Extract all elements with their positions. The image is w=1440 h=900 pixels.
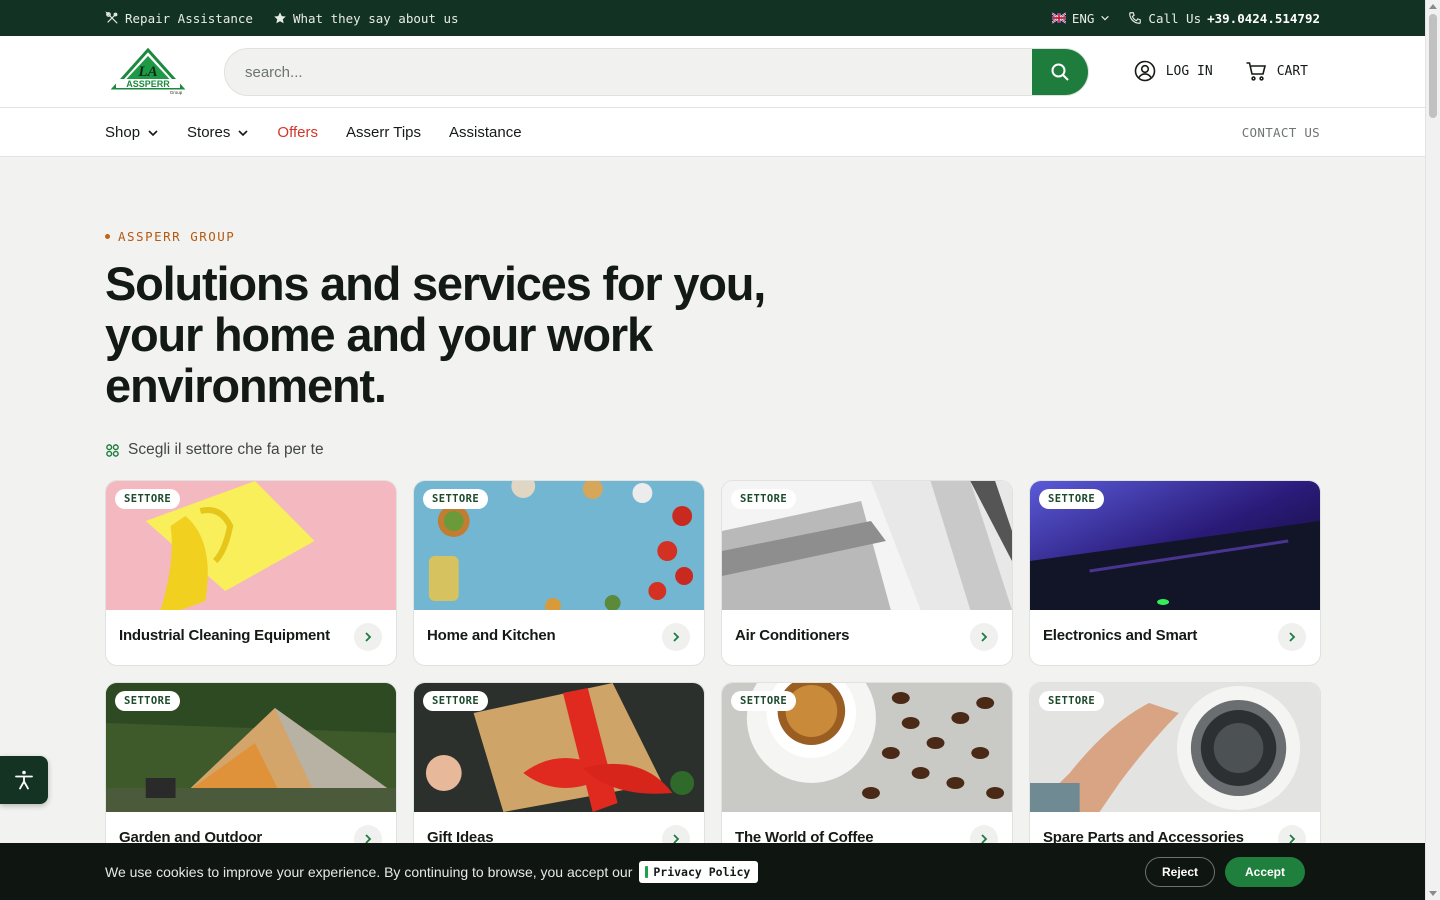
sector-card-garden-outdoor[interactable]: SETTORE Garden and Outdoor	[105, 682, 397, 868]
nav-label-shop: Shop	[105, 124, 141, 141]
sector-label: Air Conditioners	[735, 627, 850, 644]
repair-assistance-label: Repair Assistance	[125, 10, 253, 26]
cart-button[interactable]: CART	[1245, 60, 1308, 82]
sector-badge: SETTORE	[115, 489, 181, 509]
hero-title-line-3: environment.	[105, 359, 387, 412]
sector-hint: Scegli il settore che fa per te	[105, 441, 324, 459]
uk-flag-icon	[1051, 12, 1066, 24]
search-bar	[224, 48, 1089, 96]
sector-label: Industrial Cleaning Equipment	[119, 627, 330, 644]
chevron-right-icon	[1289, 632, 1296, 642]
sector-card-home-kitchen[interactable]: SETTORE Home and Kitchen	[413, 480, 705, 666]
chevron-down-icon	[238, 129, 248, 136]
user-icon	[1134, 60, 1156, 82]
accessibility-icon	[15, 770, 33, 790]
phone-icon	[1129, 12, 1142, 24]
hero-title-line-2: your home and your work	[105, 308, 653, 361]
cart-icon	[1246, 62, 1266, 81]
reviews-link[interactable]: What they say about us	[273, 11, 459, 26]
main-nav: Shop Stores Offers Asserr Tips Assistanc…	[0, 108, 1425, 157]
page-scrollbar[interactable]	[1425, 0, 1440, 900]
hero-title: Solutions and services for you, your hom…	[105, 258, 845, 411]
search-button[interactable]	[1032, 49, 1088, 95]
eyebrow-dot	[105, 234, 110, 239]
scrollbar-thumb[interactable]	[1429, 14, 1437, 118]
reviews-label: What they say about us	[292, 10, 459, 26]
sector-badge: SETTORE	[731, 691, 797, 711]
sector-card-spare-parts[interactable]: SETTORE Spare Parts and Accessories	[1029, 682, 1321, 868]
sector-label: Home and Kitchen	[427, 627, 556, 644]
sector-hint-label: Scegli il settore che fa per te	[128, 441, 324, 458]
grid-icon	[106, 443, 119, 457]
hero-title-line-1: Solutions and services for you,	[105, 257, 766, 310]
nav-label-assistance: Assistance	[449, 124, 522, 141]
sector-card-electronics-smart[interactable]: SETTORE Electronics and Smart	[1029, 480, 1321, 666]
asperr-logo[interactable]: LA ASSPERR Group	[110, 48, 186, 96]
eyebrow-label: ASSPERR GROUP	[118, 229, 236, 244]
sector-card-air-conditioners[interactable]: SETTORE Air Conditioners	[721, 480, 1013, 666]
login-button[interactable]: LOG IN	[1134, 60, 1213, 82]
search-input[interactable]	[245, 49, 1025, 95]
cookie-text: We use cookies to improve your experienc…	[105, 863, 633, 880]
card-arrow[interactable]	[662, 623, 690, 651]
language-selector[interactable]: ENG	[1051, 10, 1111, 26]
nav-label-offers: Offers	[277, 124, 318, 141]
nav-item-offers[interactable]: Offers	[277, 124, 318, 141]
nav-item-shop[interactable]: Shop	[105, 124, 159, 141]
chevron-right-icon	[673, 632, 680, 642]
sector-card-gift-ideas[interactable]: SETTORE Gift Ideas	[413, 682, 705, 868]
login-label: LOG IN	[1165, 63, 1213, 79]
header: LA ASSPERR Group LOG IN CART	[0, 36, 1425, 108]
reject-button[interactable]: Reject	[1145, 857, 1215, 887]
chevron-down-icon	[1101, 15, 1110, 21]
call-us[interactable]: Call Us +39.0424.514792	[1128, 11, 1320, 26]
privacy-policy-label: Privacy Policy	[653, 864, 751, 879]
star-icon	[274, 12, 286, 24]
chevron-right-icon	[981, 632, 988, 642]
sector-badge: SETTORE	[1039, 489, 1105, 509]
sector-label: Electronics and Smart	[1043, 627, 1198, 644]
hero-eyebrow: ASSPERR GROUP	[105, 229, 235, 244]
card-arrow[interactable]	[970, 623, 998, 651]
accept-button[interactable]: Accept	[1225, 857, 1305, 887]
search-icon	[1051, 63, 1069, 81]
accessibility-button[interactable]	[0, 756, 48, 804]
sector-badge: SETTORE	[731, 489, 797, 509]
svg-text:LA: LA	[137, 64, 157, 80]
scroll-down-icon[interactable]	[1429, 891, 1437, 896]
sector-card-world-of-coffee[interactable]: SETTORE The World of Coffee	[721, 682, 1013, 868]
privacy-marker-icon	[645, 865, 649, 878]
call-label: Call Us	[1148, 10, 1202, 26]
phone-number[interactable]: +39.0424.514792	[1207, 11, 1320, 26]
card-arrow[interactable]	[1278, 623, 1306, 651]
cart-label: CART	[1276, 63, 1308, 79]
sector-badge: SETTORE	[1039, 691, 1105, 711]
nav-label-tips: Asserr Tips	[345, 124, 421, 141]
nav-item-stores[interactable]: Stores	[187, 124, 249, 141]
top-bar: Repair Assistance What they say about us…	[0, 0, 1425, 36]
card-arrow[interactable]	[354, 623, 382, 651]
contact-us-link[interactable]: CONTACT US	[1242, 108, 1320, 157]
language-label: ENG	[1071, 10, 1095, 26]
sector-badge: SETTORE	[115, 691, 181, 711]
nav-label-stores: Stores	[187, 124, 231, 141]
sector-badge: SETTORE	[423, 691, 489, 711]
svg-text:Group: Group	[170, 90, 183, 95]
privacy-policy-link[interactable]: Privacy Policy	[639, 860, 759, 883]
nav-item-tips[interactable]: Asserr Tips	[346, 124, 421, 141]
scroll-up-icon[interactable]	[1429, 4, 1437, 9]
chevron-right-icon	[365, 632, 372, 642]
sector-card-industrial-cleaning[interactable]: SETTORE Industrial Cleaning Equipment	[105, 480, 397, 666]
tools-icon	[105, 11, 118, 24]
cookie-banner: We use cookies to improve your experienc…	[0, 843, 1425, 900]
sector-badge: SETTORE	[423, 489, 489, 509]
nav-item-assistance[interactable]: Assistance	[449, 124, 522, 141]
repair-assistance-link[interactable]: Repair Assistance	[105, 11, 253, 26]
svg-text:ASSPERR: ASSPERR	[126, 79, 170, 89]
chevron-down-icon	[148, 129, 158, 136]
